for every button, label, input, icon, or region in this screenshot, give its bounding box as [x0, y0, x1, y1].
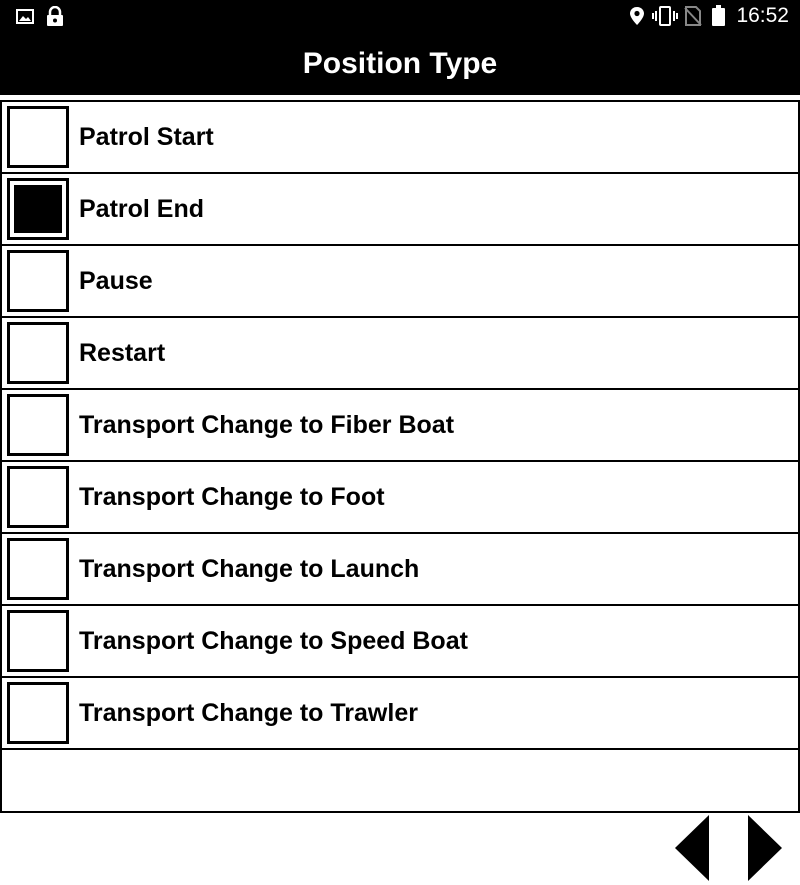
option-row-patrol-end[interactable]: Patrol End [2, 174, 798, 246]
option-label: Patrol Start [79, 123, 214, 151]
option-label: Transport Change to Launch [79, 555, 420, 583]
status-bar: 16:52 [0, 0, 800, 32]
checkbox[interactable] [7, 322, 69, 384]
status-time: 16:52 [736, 4, 789, 27]
image-icon [16, 9, 34, 24]
option-label: Transport Change to Fiber Boat [79, 411, 455, 439]
no-sim-icon [684, 6, 702, 26]
title-bar: Position Type [0, 32, 800, 95]
option-label: Patrol End [79, 195, 205, 223]
option-label: Restart [79, 339, 166, 367]
option-row-fiber-boat[interactable]: Transport Change to Fiber Boat [2, 390, 798, 462]
option-row-launch[interactable]: Transport Change to Launch [2, 534, 798, 606]
arrow-right-icon[interactable] [745, 813, 785, 883]
position-type-list: Patrol Start Patrol End Pause Restart Tr… [0, 100, 800, 813]
checkbox[interactable] [7, 394, 69, 456]
checkbox[interactable] [7, 466, 69, 528]
page-title: Position Type [302, 47, 498, 80]
vibrate-icon [652, 6, 678, 26]
location-icon [630, 7, 644, 25]
checkbox[interactable] [7, 106, 69, 168]
option-row-patrol-start[interactable]: Patrol Start [2, 102, 798, 174]
option-row-trawler[interactable]: Transport Change to Trawler [2, 678, 798, 750]
checkbox[interactable] [7, 178, 69, 240]
option-label: Transport Change to Trawler [79, 699, 418, 727]
option-label: Transport Change to Foot [79, 483, 385, 511]
option-row-speed-boat[interactable]: Transport Change to Speed Boat [2, 606, 798, 678]
checkbox[interactable] [7, 682, 69, 744]
lock-icon [47, 6, 63, 26]
option-row-restart[interactable]: Restart [2, 318, 798, 390]
battery-icon [712, 5, 725, 26]
option-row-foot[interactable]: Transport Change to Foot [2, 462, 798, 534]
checkbox[interactable] [7, 610, 69, 672]
checkbox[interactable] [7, 538, 69, 600]
footer-nav [0, 813, 800, 885]
option-label: Pause [79, 267, 153, 295]
checkbox[interactable] [7, 250, 69, 312]
option-row-pause[interactable]: Pause [2, 246, 798, 318]
arrow-left-icon[interactable] [673, 813, 713, 883]
checkbox-fill [14, 185, 62, 233]
option-label: Transport Change to Speed Boat [79, 627, 468, 655]
